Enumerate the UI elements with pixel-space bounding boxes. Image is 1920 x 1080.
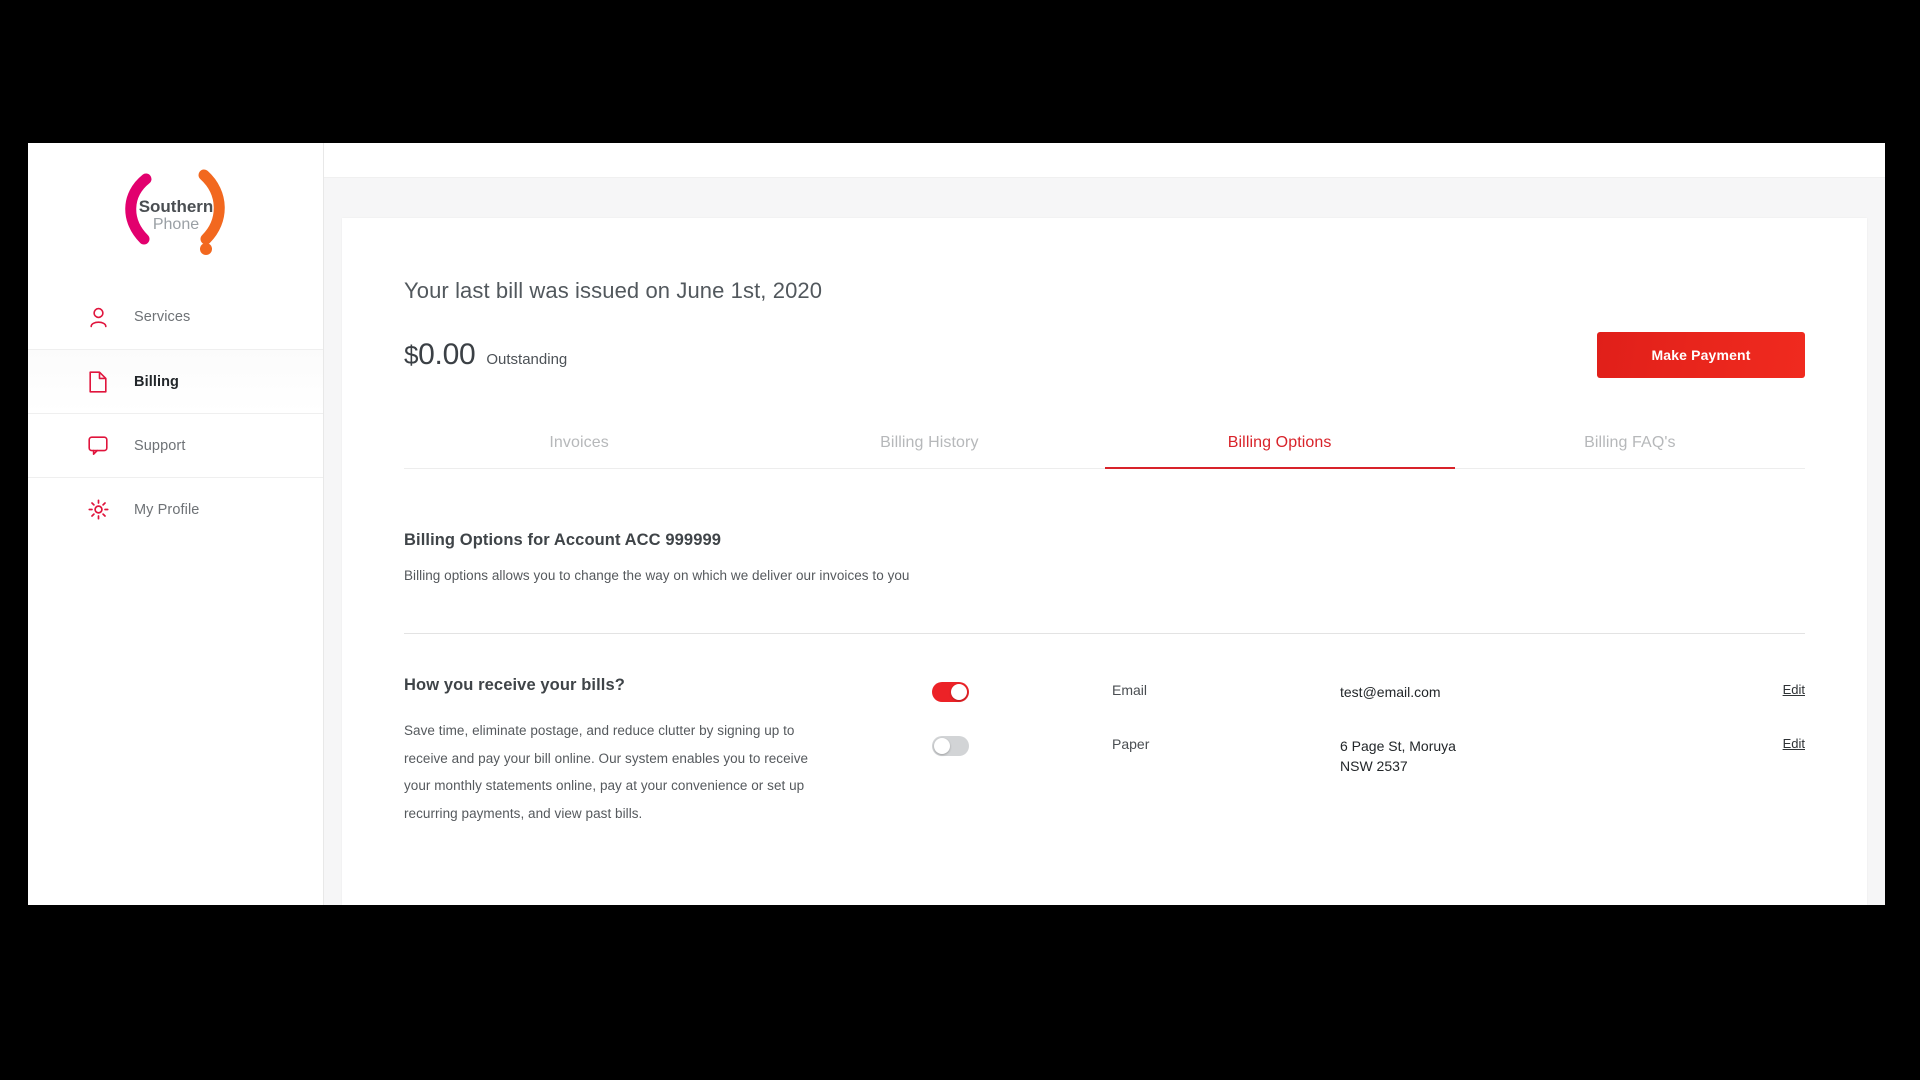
sidebar-item-billing[interactable]: Billing <box>28 349 323 413</box>
brand-logo[interactable]: Southern Phone <box>28 143 323 263</box>
billing-options-section: Billing Options for Account ACC 999999 B… <box>404 531 1805 634</box>
account-number: 999999 <box>665 531 722 549</box>
sidebar-item-label: Billing <box>134 373 179 390</box>
section-divider <box>404 633 1805 634</box>
outstanding-amount: $0.00 <box>404 338 476 372</box>
tab-billing-options[interactable]: Billing Options <box>1104 422 1456 469</box>
paper-toggle[interactable] <box>932 736 969 756</box>
toggle-knob <box>934 738 950 754</box>
main-area: Your last bill was issued on June 1st, 2… <box>324 143 1885 905</box>
browser-viewport: Southern Phone Services Billing Support … <box>28 143 1885 905</box>
amount-row: $0.00 Outstanding Make Payment <box>404 332 1805 378</box>
document-icon <box>86 370 110 394</box>
page-title: Your last bill was issued on June 1st, 2… <box>404 278 823 303</box>
sidebar-item-label: My Profile <box>134 501 200 518</box>
sidebar-item-my-profile[interactable]: My Profile <box>28 477 323 541</box>
top-bar <box>324 143 1885 178</box>
paper-option-value: 6 Page St, Moruya NSW 2537 <box>1340 734 1745 777</box>
amount-label: Outstanding <box>486 351 568 368</box>
logo-text-phone: Phone <box>152 216 198 233</box>
delivery-body-text: Save time, eliminate postage, and reduce… <box>404 723 809 822</box>
paper-edit-link[interactable]: Edit <box>1745 734 1805 751</box>
user-icon <box>86 305 110 329</box>
content-card: Your last bill was issued on June 1st, 2… <box>342 218 1867 905</box>
tab-billing-faqs[interactable]: Billing FAQ's <box>1455 422 1805 468</box>
tab-invoices[interactable]: Invoices <box>404 422 754 468</box>
chat-icon <box>86 434 110 458</box>
sidebar-nav: Services Billing Support My Profile <box>28 285 323 541</box>
sidebar-item-support[interactable]: Support <box>28 413 323 477</box>
billing-tabs: Invoices Billing History Billing Options… <box>404 422 1805 469</box>
sidebar: Southern Phone Services Billing Support … <box>28 143 324 905</box>
delivery-option-email: Email test@email.com Edit <box>932 680 1805 734</box>
logo-text-southern: Southern <box>138 197 213 216</box>
billing-options-description: Billing options allows you to change the… <box>404 568 910 583</box>
bill-delivery-section: How you receive your bills? Save time, e… <box>404 676 1805 828</box>
delivery-options-list: Email test@email.com Edit Paper 6 Page S… <box>932 676 1805 828</box>
billing-options-heading: Billing Options for Account ACC 999999 <box>404 531 1805 550</box>
sidebar-item-services[interactable]: Services <box>28 285 323 349</box>
email-option-label: Email <box>1112 682 1148 698</box>
currency-symbol: $ <box>404 340 419 370</box>
southern-phone-logo-icon: Southern Phone <box>124 169 225 255</box>
toggle-knob <box>951 684 967 700</box>
email-option-value: test@email.com <box>1340 684 1441 700</box>
paper-option-label: Paper <box>1112 736 1150 752</box>
email-edit-link[interactable]: Edit <box>1745 680 1805 697</box>
amount-value: 0.00 <box>418 338 476 371</box>
tab-billing-history[interactable]: Billing History <box>754 422 1104 468</box>
email-toggle[interactable] <box>932 682 969 702</box>
delivery-option-paper: Paper 6 Page St, Moruya NSW 2537 Edit <box>932 734 1805 788</box>
billing-options-title-prefix: Billing Options for Account ACC <box>404 531 666 549</box>
delivery-heading: How you receive your bills? <box>404 676 625 694</box>
sidebar-item-label: Services <box>134 309 191 325</box>
gear-icon <box>86 498 110 522</box>
make-payment-button[interactable]: Make Payment <box>1597 332 1805 378</box>
sidebar-item-label: Support <box>134 437 186 454</box>
paper-address-text: 6 Page St, Moruya NSW 2537 <box>1340 738 1456 775</box>
